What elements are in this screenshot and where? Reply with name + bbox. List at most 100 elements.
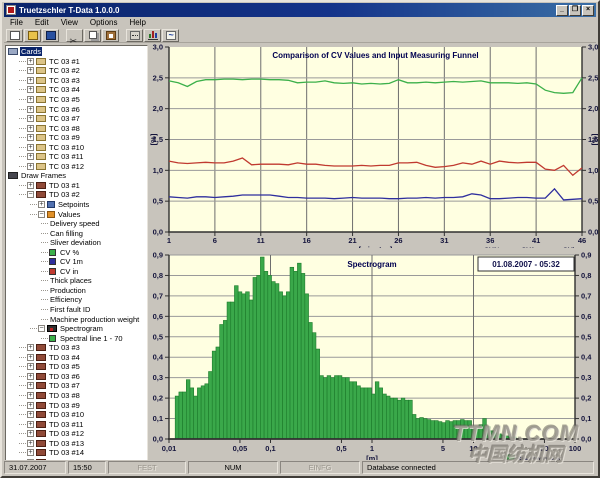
tree-item-td-03-9[interactable]: + TD 03 #9	[6, 400, 147, 410]
expand-icon[interactable]: +	[27, 96, 34, 103]
minimize-button[interactable]: _	[556, 5, 568, 16]
tree-item-draw-frames[interactable]: Draw Frames	[6, 171, 147, 181]
expand-icon[interactable]: +	[27, 344, 34, 351]
expand-icon[interactable]: +	[27, 354, 34, 361]
save-button[interactable]	[42, 29, 59, 42]
tree-item-setpoints[interactable]: +Setpoints	[6, 200, 147, 210]
expand-icon[interactable]: +	[27, 134, 34, 141]
tree-item-values[interactable]: −Values	[6, 209, 147, 219]
expand-icon[interactable]: +	[27, 392, 34, 399]
tree-item-tc-03-4[interactable]: +TC 03 #4	[6, 85, 147, 95]
tree-item-td-03-3[interactable]: +TD 03 #3	[6, 343, 147, 353]
tree-item-tc-03-1[interactable]: +TC 03 #1	[6, 57, 147, 67]
tree-item-tc-03-8[interactable]: +TC 03 #8	[6, 123, 147, 133]
tree-item-tc-03-2[interactable]: +TC 03 #2	[6, 66, 147, 76]
menu-item-edit[interactable]: Edit	[29, 17, 55, 28]
copy-button[interactable]	[84, 29, 101, 42]
tree-item-efficiency[interactable]: Efficiency	[6, 295, 147, 305]
collapse-icon[interactable]: −	[27, 191, 34, 198]
tree-connector	[19, 452, 26, 453]
menu-item-file[interactable]: File	[4, 17, 29, 28]
expand-icon[interactable]: +	[27, 163, 34, 170]
tree-connector	[19, 99, 26, 100]
tree-item-td-03-8[interactable]: +TD 03 #8	[6, 391, 147, 401]
open-button[interactable]	[24, 29, 41, 42]
maximize-button[interactable]: ❐	[569, 5, 581, 16]
bar	[220, 325, 224, 439]
tree-item-tc-03-7[interactable]: +TC 03 #7	[6, 114, 147, 124]
tree-item-td-03-2[interactable]: −TD 03 #2	[6, 190, 147, 200]
expand-icon[interactable]: +	[27, 86, 34, 93]
drawframes-root-icon	[8, 172, 18, 179]
tree-item-tc-03-3[interactable]: +TC 03 #3	[6, 76, 147, 86]
tree-connector	[30, 214, 37, 215]
tree-item-cards[interactable]: Cards	[6, 47, 147, 57]
tree-item-td-03-11[interactable]: +TD 03 #11	[6, 419, 147, 429]
expand-icon[interactable]: +	[27, 182, 34, 189]
tree-item-tc-03-5[interactable]: +TC 03 #5	[6, 95, 147, 105]
expand-icon[interactable]: +	[27, 411, 34, 418]
expand-icon[interactable]: +	[27, 449, 34, 456]
tree-connector	[19, 166, 26, 167]
tree-item-label: TD 03 #9	[48, 401, 81, 410]
collapse-icon[interactable]: −	[38, 325, 45, 332]
close-button[interactable]: ×	[582, 5, 594, 16]
tree-item-can-filling[interactable]: Can filling	[6, 228, 147, 238]
bar	[186, 380, 190, 439]
y-tick-label: 0,6	[153, 312, 163, 321]
expand-icon[interactable]: +	[27, 125, 34, 132]
expand-icon[interactable]: +	[27, 430, 34, 437]
card-icon	[36, 125, 46, 132]
expand-icon[interactable]: +	[27, 373, 34, 380]
new-button[interactable]	[6, 29, 23, 42]
expand-icon[interactable]: +	[27, 440, 34, 447]
expand-icon[interactable]: +	[27, 402, 34, 409]
expand-icon[interactable]: +	[27, 153, 34, 160]
expand-icon[interactable]: +	[27, 382, 34, 389]
menu-item-view[interactable]: View	[55, 17, 84, 28]
tree-item-spectral-line-1-70[interactable]: Spectral line 1 - 70	[6, 333, 147, 343]
tree-item-tc-03-6[interactable]: +TC 03 #6	[6, 104, 147, 114]
tree-item-tc-03-9[interactable]: +TC 03 #9	[6, 133, 147, 143]
expand-icon[interactable]: +	[27, 106, 34, 113]
tree-item-thick-places[interactable]: Thick places	[6, 276, 147, 286]
paste-button[interactable]	[102, 29, 119, 42]
tree-item-production[interactable]: Production	[6, 286, 147, 296]
tree-item-tc-03-10[interactable]: +TC 03 #10	[6, 142, 147, 152]
tree-item-td-03-7[interactable]: +TD 03 #7	[6, 381, 147, 391]
expand-icon[interactable]: +	[38, 201, 45, 208]
tree-item-cv-in[interactable]: CV in	[6, 267, 147, 277]
tree-item-td-03-5[interactable]: +TD 03 #5	[6, 362, 147, 372]
bar	[390, 398, 394, 439]
tree-item-cv-[interactable]: CV %	[6, 247, 147, 257]
tree-item-cv-1m[interactable]: CV 1m	[6, 257, 147, 267]
cut-button[interactable]	[66, 29, 83, 42]
measure-button[interactable]	[126, 29, 143, 42]
menu-item-help[interactable]: Help	[123, 17, 151, 28]
tree-item-tc-03-11[interactable]: +TC 03 #11	[6, 152, 147, 162]
expand-icon[interactable]: +	[27, 144, 34, 151]
tree-item-delivery-speed[interactable]: Delivery speed	[6, 219, 147, 229]
expand-icon[interactable]: +	[27, 77, 34, 84]
expand-icon[interactable]: +	[27, 67, 34, 74]
collapse-icon[interactable]: −	[38, 211, 45, 218]
tree-item-td-03-4[interactable]: +TD 03 #4	[6, 353, 147, 363]
tree-item-sliver-deviation[interactable]: Sliver deviation	[6, 238, 147, 248]
tree-item-td-03-12[interactable]: +TD 03 #12	[6, 429, 147, 439]
menu-item-options[interactable]: Options	[84, 17, 124, 28]
tree-item-td-03-10[interactable]: +TD 03 #10	[6, 410, 147, 420]
expand-icon[interactable]: +	[27, 115, 34, 122]
tree-item-tc-03-12[interactable]: +TC 03 #12	[6, 162, 147, 172]
tree-item-td-03-6[interactable]: +TD 03 #6	[6, 372, 147, 382]
tree-item-first-fault-id[interactable]: First fault ID	[6, 305, 147, 315]
expand-icon[interactable]: +	[27, 58, 34, 65]
tree-item-td-03-1[interactable]: +TD 03 #1	[6, 181, 147, 191]
expand-icon[interactable]: +	[27, 363, 34, 370]
expand-icon[interactable]: +	[27, 421, 34, 428]
tree-item-td-03-14[interactable]: +TD 03 #14	[6, 448, 147, 458]
tree-item-td-03-13[interactable]: +TD 03 #13	[6, 438, 147, 448]
navigation-tree[interactable]: Cards+TC 03 #1+TC 03 #2+TC 03 #3+TC 03 #…	[5, 45, 148, 462]
tree-item-machine-production-weight[interactable]: Machine production weight	[6, 314, 147, 324]
tree-item-spectrogram[interactable]: −Spectrogram	[6, 324, 147, 334]
title-bar[interactable]: Truetzschler T-Data 1.0.0.0 _ ❐ ×	[4, 3, 596, 17]
